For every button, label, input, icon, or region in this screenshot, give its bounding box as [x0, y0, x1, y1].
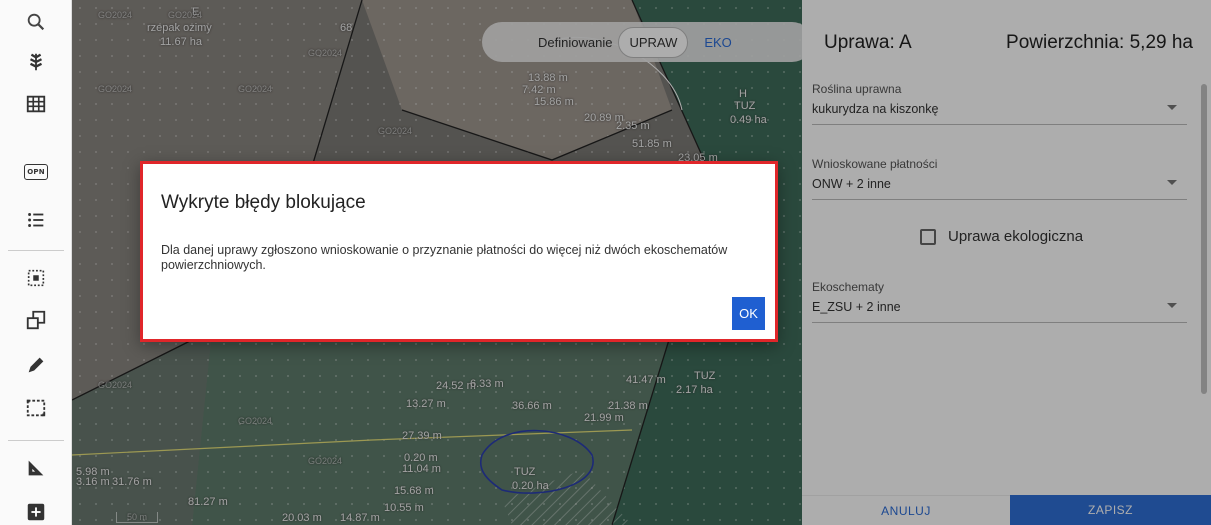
pencil-icon[interactable] [0, 345, 72, 385]
dialog-message: Dla danej uprawy zgłoszono wnioskowanie … [161, 243, 728, 272]
toolbar-divider [8, 250, 64, 251]
measure-angle-icon[interactable] [0, 448, 72, 488]
toolbar-divider-2 [8, 440, 64, 441]
select-area-icon[interactable] [0, 258, 72, 298]
search-icon[interactable] [0, 2, 72, 42]
list-icon[interactable] [0, 200, 72, 240]
opn-icon-text: OPN [24, 164, 48, 180]
left-toolbar: OPN [0, 0, 72, 525]
error-dialog: Wykryte błędy blokujące Dla danej uprawy… [140, 161, 778, 342]
crop-icon[interactable] [0, 42, 72, 82]
dashed-rect-icon[interactable] [0, 388, 72, 428]
opn-icon[interactable]: OPN [0, 152, 72, 192]
grid-icon[interactable] [0, 84, 72, 124]
add-icon[interactable] [0, 492, 72, 525]
ok-button[interactable]: OK [732, 297, 765, 330]
dialog-title: Wykryte błędy blokujące [161, 192, 366, 213]
copy-shape-icon[interactable] [0, 300, 72, 340]
